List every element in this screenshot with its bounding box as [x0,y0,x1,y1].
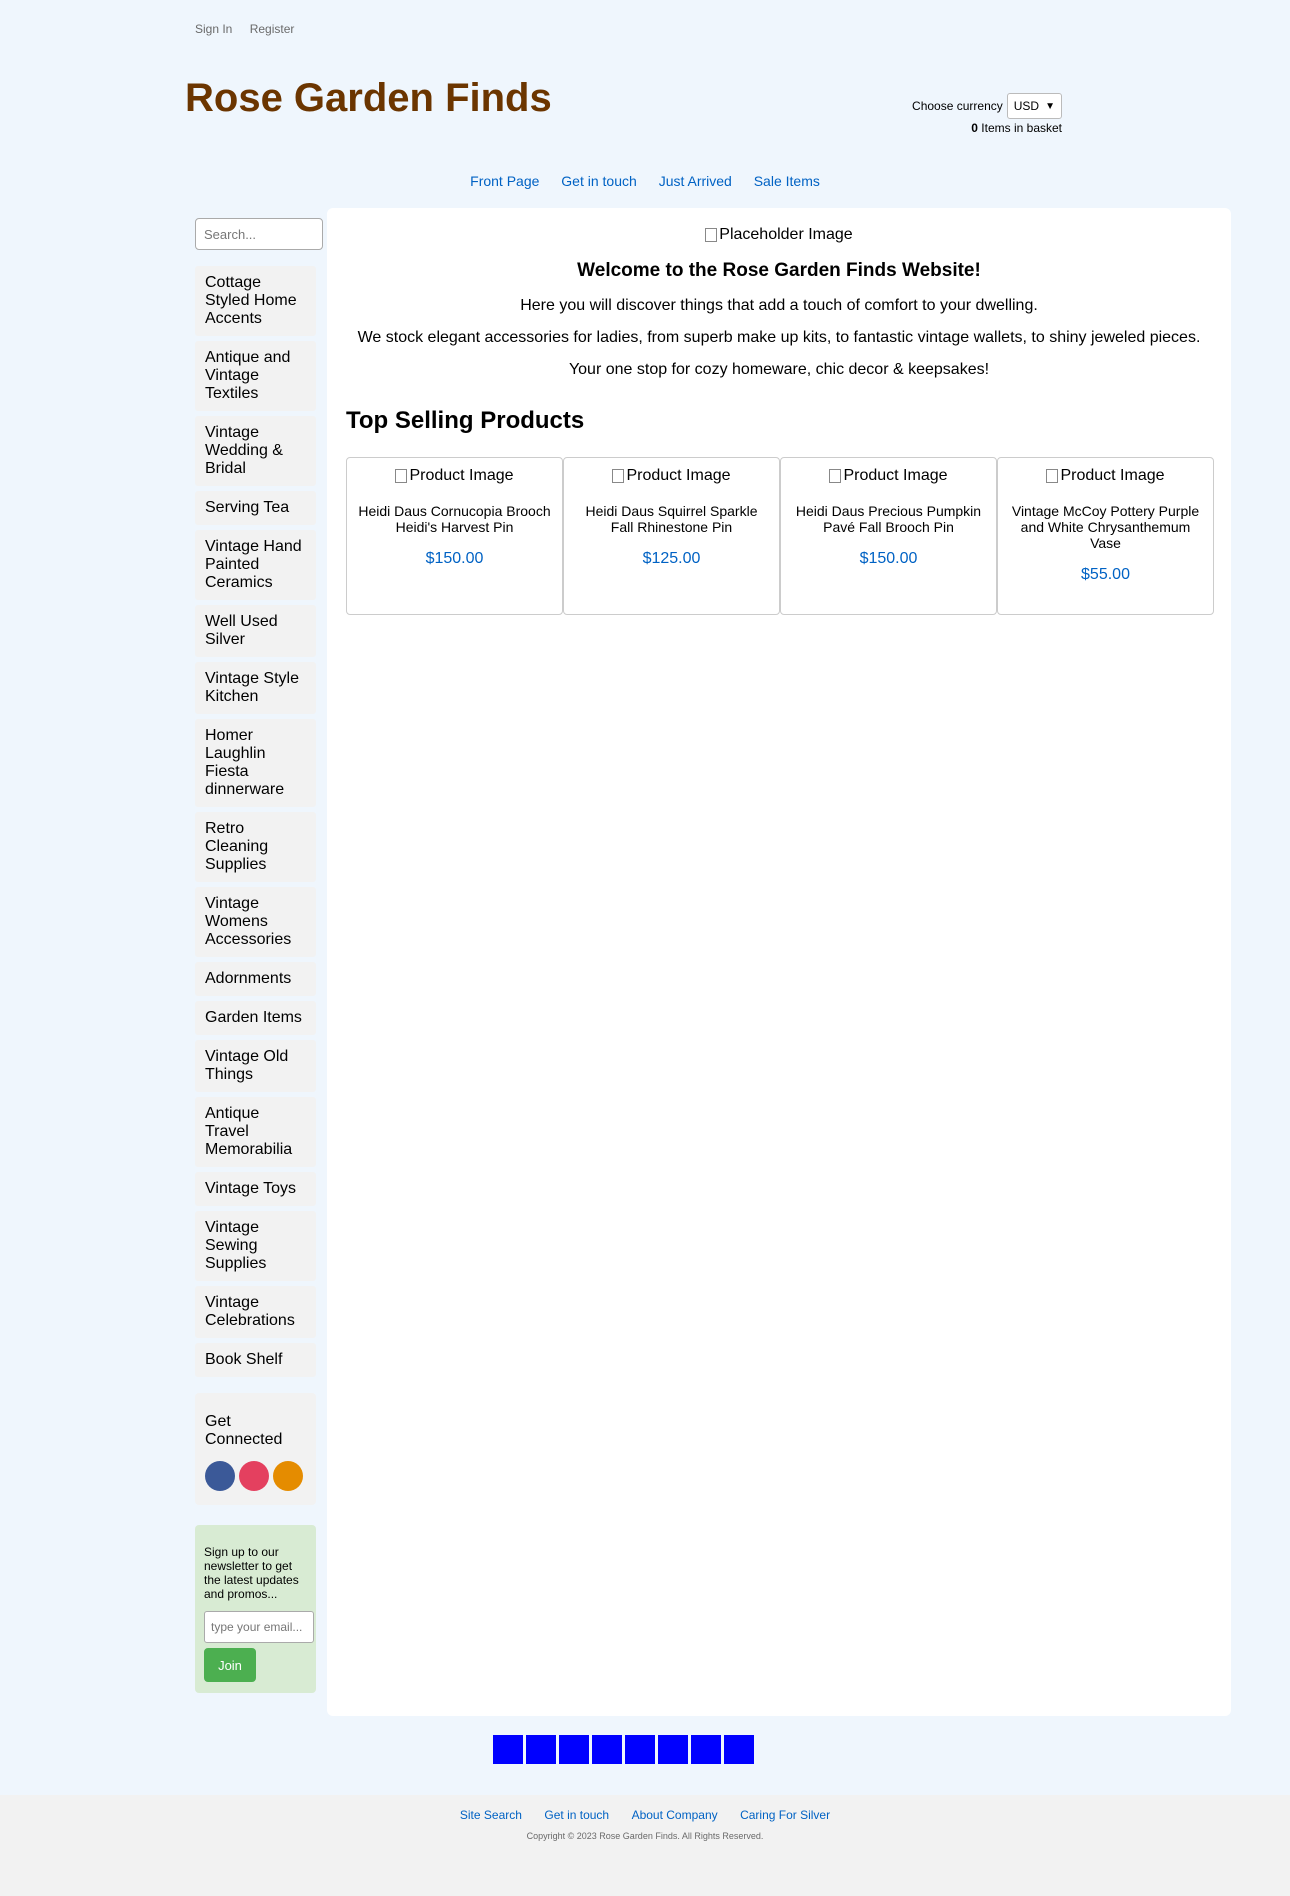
footer-link-caring-for-silver[interactable]: Caring For Silver [740,1808,830,1822]
basket-text: Items in basket [981,121,1062,135]
product-image-alt: Product Image [843,467,948,484]
main-content: Placeholder Image Welcome to the Rose Ga… [327,208,1231,1716]
pager-blocks [493,1735,754,1764]
account-links: Sign In Register [195,22,308,36]
hero-image: Placeholder Image [327,226,1231,244]
category-item[interactable]: Vintage Celebrations [195,1286,316,1338]
top-selling-heading: Top Selling Products [346,407,585,434]
join-button[interactable]: Join [204,1648,256,1682]
intro-line-3: Your one stop for cozy homeware, chic de… [568,361,990,378]
broken-image-icon [395,469,408,483]
product-grid: Product Image Heidi Daus Cornucopia Broo… [346,457,1231,615]
product-image-alt: Product Image [626,467,731,484]
category-item[interactable]: Vintage Wedding & Bridal [195,416,316,486]
product-image[interactable]: Product Image [998,467,1213,485]
category-item[interactable]: Well Used Silver [195,605,316,657]
nav-sale-items[interactable]: Sale Items [754,173,820,189]
get-connected-title: Get Connected [205,1413,283,1448]
category-item[interactable]: Vintage Toys [195,1172,316,1206]
broken-image-icon [705,228,718,242]
welcome-heading: Welcome to the Rose Garden Finds Website… [577,260,981,281]
copyright-text: Copyright © 2023 Rose Garden Finds. All … [526,1831,764,1841]
currency-selected: USD [1013,99,1040,113]
product-image-alt: Product Image [1060,467,1165,484]
basket-count: 0 [971,121,978,135]
product-price: $55.00 [1081,566,1130,583]
product-card[interactable]: Product Image Heidi Daus Precious Pumpki… [780,457,997,615]
search-input[interactable]: Search... [195,218,323,250]
footer-link-about-company[interactable]: About Company [632,1808,718,1822]
main-nav: Front Page Get in touch Just Arrived Sal… [0,173,1290,189]
hero-image-alt: Placeholder Image [719,226,853,243]
product-price: $150.00 [425,550,484,567]
chevron-down-icon: ▼ [1045,100,1055,112]
category-item[interactable]: Antique Travel Memorabilia [195,1097,316,1167]
broken-image-icon [829,469,842,483]
register-link[interactable]: Register [250,22,295,36]
sign-in-link[interactable]: Sign In [195,22,232,36]
product-image-alt: Product Image [409,467,514,484]
product-card[interactable]: Product Image Heidi Daus Squirrel Sparkl… [563,457,780,615]
product-name[interactable]: Heidi Daus Squirrel Sparkle Fall Rhinest… [574,503,769,535]
category-item[interactable]: Cottage Styled Home Accents [195,266,316,336]
product-price: $150.00 [859,550,918,567]
get-connected-panel: Get Connected [195,1393,316,1505]
pager-block[interactable] [724,1735,754,1764]
sidebar: Search... Cottage Styled Home Accents An… [195,218,323,1693]
product-name[interactable]: Vintage McCoy Pottery Purple and White C… [1008,503,1203,551]
nav-get-in-touch[interactable]: Get in touch [561,173,637,189]
category-item[interactable]: Homer Laughlin Fiesta dinnerware [195,719,316,807]
pager-block[interactable] [559,1735,589,1764]
product-image[interactable]: Product Image [564,467,779,485]
category-item[interactable]: Vintage Womens Accessories [195,887,316,957]
nav-front-page[interactable]: Front Page [470,173,539,189]
category-item[interactable]: Antique and Vintage Textiles [195,341,316,411]
currency-row: Choose currency USD ▼ [912,93,1062,119]
pager-block[interactable] [592,1735,622,1764]
category-item[interactable]: Garden Items [195,1001,316,1035]
footer: Site Search Get in touch About Company C… [0,1795,1290,1896]
broken-image-icon [612,469,625,483]
footer-links: Site Search Get in touch About Company C… [0,1806,1290,1824]
category-item[interactable]: Vintage Sewing Supplies [195,1211,316,1281]
intro-line-2: We stock elegant accessories for ladies,… [357,329,1201,346]
category-item[interactable]: Adornments [195,962,316,996]
pager-block[interactable] [625,1735,655,1764]
product-name[interactable]: Heidi Daus Precious Pumpkin Pavé Fall Br… [791,503,986,535]
pager-block[interactable] [658,1735,688,1764]
social-icons [205,1461,306,1491]
currency-label: Choose currency [912,99,1003,113]
footer-link-get-in-touch[interactable]: Get in touch [544,1808,609,1822]
footer-link-site-search[interactable]: Site Search [460,1808,522,1822]
currency-basket-panel: Choose currency USD ▼ 0 Items in basket [912,93,1062,135]
pager-block[interactable] [691,1735,721,1764]
product-price: $125.00 [642,550,701,567]
category-item[interactable]: Serving Tea [195,491,316,525]
newsletter-panel: Sign up to our newsletter to get the lat… [195,1525,316,1693]
currency-select[interactable]: USD ▼ [1006,93,1062,119]
category-item[interactable]: Vintage Style Kitchen [195,662,316,714]
facebook-icon[interactable] [205,1461,235,1491]
product-image[interactable]: Product Image [347,467,562,485]
category-item[interactable]: Retro Cleaning Supplies [195,812,316,882]
product-card[interactable]: Product Image Heidi Daus Cornucopia Broo… [346,457,563,615]
category-item[interactable]: Vintage Old Things [195,1040,316,1092]
site-title[interactable]: Rose Garden Finds [185,76,552,121]
product-card[interactable]: Product Image Vintage McCoy Pottery Purp… [997,457,1214,615]
rss-icon[interactable] [273,1461,303,1491]
intro-line-1: Here you will discover things that add a… [520,297,1038,314]
nav-just-arrived[interactable]: Just Arrived [659,173,732,189]
broken-image-icon [1046,469,1059,483]
category-list: Cottage Styled Home Accents Antique and … [195,266,316,1377]
pager-block[interactable] [526,1735,556,1764]
pager-block[interactable] [493,1735,523,1764]
product-name[interactable]: Heidi Daus Cornucopia Brooch Heidi's Har… [357,503,552,535]
category-item[interactable]: Vintage Hand Painted Ceramics [195,530,316,600]
category-item[interactable]: Book Shelf [195,1343,316,1377]
basket-status[interactable]: 0 Items in basket [912,121,1062,135]
newsletter-text: Sign up to our newsletter to get the lat… [204,1545,299,1601]
newsletter-email-input[interactable]: type your email... [204,1611,314,1643]
product-image[interactable]: Product Image [781,467,996,485]
instagram-icon[interactable] [239,1461,269,1491]
